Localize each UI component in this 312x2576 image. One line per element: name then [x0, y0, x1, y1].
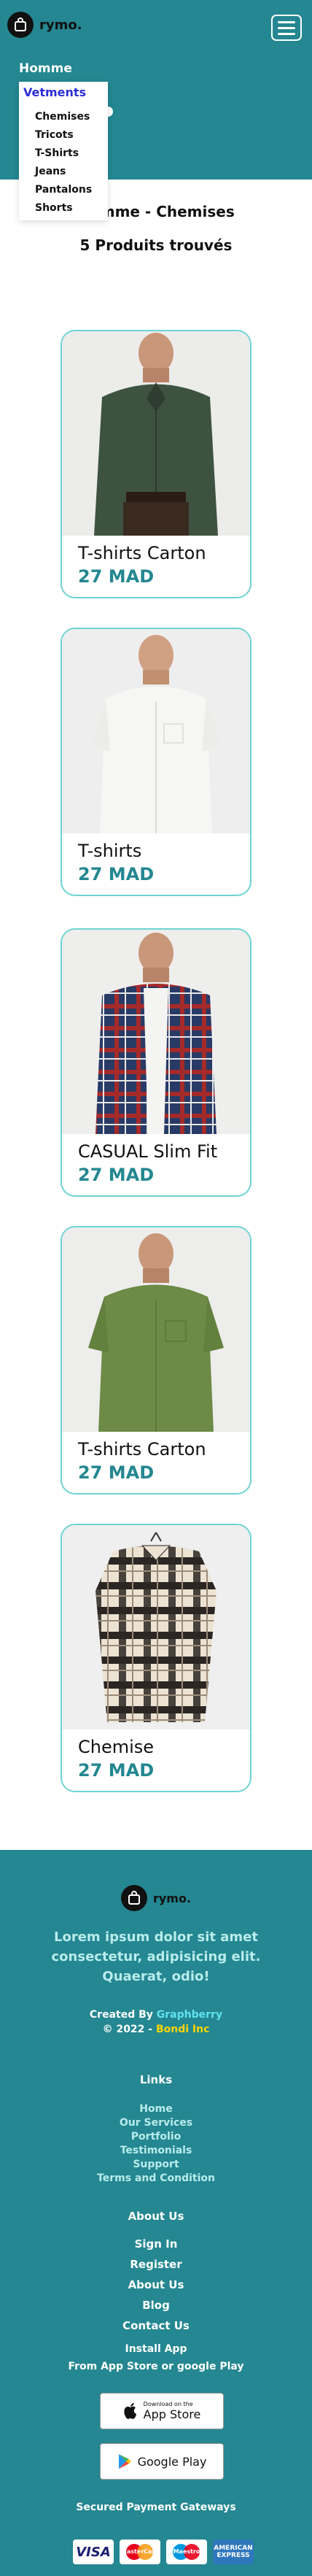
- product-image: [62, 331, 250, 536]
- menu-bar-icon: [278, 20, 295, 23]
- product-name: Chemise: [78, 1737, 155, 1757]
- maestro-icon: Maestro: [166, 2540, 207, 2564]
- footer-logo-text: rymo.: [152, 1891, 192, 1905]
- logo[interactable]: rymo.: [7, 12, 82, 38]
- product-name: T-shirts Carton: [78, 1439, 206, 1459]
- category-dropdown: Vetments Chemises Tricots T-Shirts Jeans…: [19, 82, 108, 220]
- footer-link-home[interactable]: Home: [0, 2102, 312, 2116]
- product-image: [62, 930, 250, 1134]
- product-card[interactable]: T-shirts Carton 27 MAD: [61, 1226, 251, 1495]
- footer-link-register[interactable]: Register: [0, 2254, 312, 2275]
- dropdown-item-jeans[interactable]: Jeans: [35, 163, 92, 181]
- product-price: 27 MAD: [78, 1462, 155, 1483]
- product-price: 27 MAD: [78, 864, 155, 884]
- copyright-link[interactable]: Bondi Inc: [156, 2024, 209, 2035]
- copyright-label: © 2022 -: [102, 2024, 156, 2035]
- apple-icon: [124, 2403, 136, 2419]
- maestro-label: Maestro: [173, 2548, 200, 2555]
- product-card[interactable]: T-shirts Carton 27 MAD: [61, 330, 251, 598]
- google-play-button[interactable]: Google Play: [100, 2443, 224, 2480]
- menu-bar-icon: [278, 26, 295, 29]
- shopping-bag-icon: [120, 1885, 147, 1911]
- dropdown-item-pantalons[interactable]: Pantalons: [35, 181, 92, 199]
- footer-link-support[interactable]: Support: [0, 2158, 312, 2172]
- logo-text: rymo.: [39, 17, 82, 33]
- menu-bar-icon: [278, 32, 295, 35]
- product-count: 5 Produits trouvés: [79, 236, 233, 254]
- product-image: [62, 1525, 250, 1729]
- created-by-link[interactable]: Graphberry: [157, 2009, 222, 2021]
- footer-link-services[interactable]: Our Services: [0, 2116, 312, 2130]
- product-card[interactable]: CASUAL Slim Fit 27 MAD: [61, 928, 251, 1197]
- footer-credits: Created By Graphberry © 2022 - Bondi Inc: [0, 2008, 312, 2037]
- shopping-bag-icon: [7, 12, 34, 38]
- footer-tagline: Lorem ipsum dolor sit amet consectetur, …: [51, 1929, 261, 1984]
- footer-link-blog[interactable]: Blog: [0, 2295, 312, 2315]
- footer: rymo. Lorem ipsum dolor sit amet consect…: [0, 1850, 312, 2576]
- amex-icon: AMERICAN EXPRESS: [213, 2540, 254, 2564]
- footer-link-portfolio[interactable]: Portfolio: [0, 2130, 312, 2144]
- product-name: T-shirts Carton: [78, 543, 206, 563]
- links-heading: Links: [139, 2073, 173, 2086]
- product-price: 27 MAD: [78, 1760, 155, 1781]
- product-card[interactable]: T-shirts 27 MAD: [61, 628, 251, 896]
- google-play-label: Google Play: [137, 2454, 207, 2469]
- footer-about-links: Sign In Register About Us Blog Contact U…: [0, 2234, 312, 2336]
- product-name: T-shirts: [78, 841, 142, 861]
- dropdown-heading[interactable]: Vetments: [23, 85, 86, 99]
- footer-link-about[interactable]: About Us: [0, 2275, 312, 2295]
- product-card[interactable]: Chemise 27 MAD: [61, 1524, 251, 1792]
- install-app: Install App From App Store or google Pla…: [0, 2340, 312, 2375]
- created-by-label: Created By: [89, 2009, 157, 2021]
- dropdown-list: Chemises Tricots T-Shirts Jeans Pantalon…: [35, 108, 92, 217]
- about-heading: About Us: [128, 2210, 184, 2223]
- app-store-button[interactable]: Download on the App Store: [100, 2393, 224, 2429]
- install-title: Install App: [125, 2343, 187, 2355]
- dropdown-item-chemises[interactable]: Chemises: [35, 108, 92, 126]
- product-name: CASUAL Slim Fit: [78, 1141, 218, 1162]
- dropdown-item-tricots[interactable]: Tricots: [35, 126, 92, 144]
- nav-item-homme[interactable]: Homme: [19, 61, 72, 76]
- product-image: [62, 629, 250, 833]
- payment-methods: VISA MasterCard Maestro AMERICAN EXPRESS: [73, 2540, 254, 2564]
- app-store-label: App Store: [143, 2407, 201, 2421]
- footer-link-contact[interactable]: Contact Us: [0, 2315, 312, 2336]
- mastercard-icon: MasterCard: [120, 2540, 160, 2564]
- footer-link-terms[interactable]: Terms and Condition: [0, 2172, 312, 2186]
- menu-button[interactable]: [271, 15, 302, 41]
- google-play-icon: [118, 2454, 131, 2469]
- dropdown-item-shorts[interactable]: Shorts: [35, 199, 92, 217]
- footer-logo[interactable]: rymo.: [0, 1885, 312, 1911]
- payment-heading: Secured Payment Gateways: [76, 2502, 236, 2513]
- mastercard-label: MasterCard: [120, 2548, 160, 2555]
- dropdown-item-tshirts[interactable]: T-Shirts: [35, 144, 92, 163]
- app-store-small-text: Download on the: [143, 2401, 193, 2407]
- product-price: 27 MAD: [78, 566, 155, 587]
- product-price: 27 MAD: [78, 1165, 155, 1185]
- visa-icon: VISA: [73, 2540, 114, 2564]
- footer-links: Home Our Services Portfolio Testimonials…: [0, 2102, 312, 2186]
- footer-link-testimonials[interactable]: Testimonials: [0, 2144, 312, 2158]
- footer-link-sign-in[interactable]: Sign In: [0, 2234, 312, 2254]
- install-subtitle: From App Store or google Play: [68, 2361, 244, 2372]
- product-image: [62, 1227, 250, 1432]
